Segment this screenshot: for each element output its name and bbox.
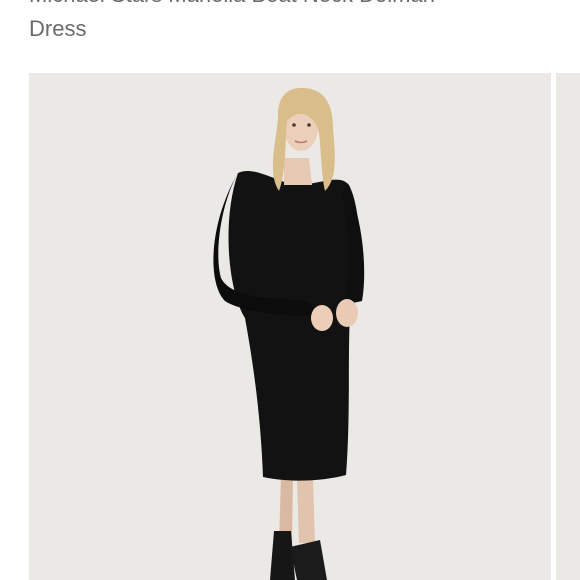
product-title-line-2: Dress xyxy=(29,16,87,41)
next-image-peek[interactable] xyxy=(556,73,580,580)
product-image-gallery[interactable] xyxy=(29,73,551,580)
product-title-line-1: Michael Stars Mariella Boat Neck Dolman xyxy=(29,0,549,12)
product-photo xyxy=(29,73,551,580)
product-title: Michael Stars Mariella Boat Neck Dolman … xyxy=(29,0,549,46)
